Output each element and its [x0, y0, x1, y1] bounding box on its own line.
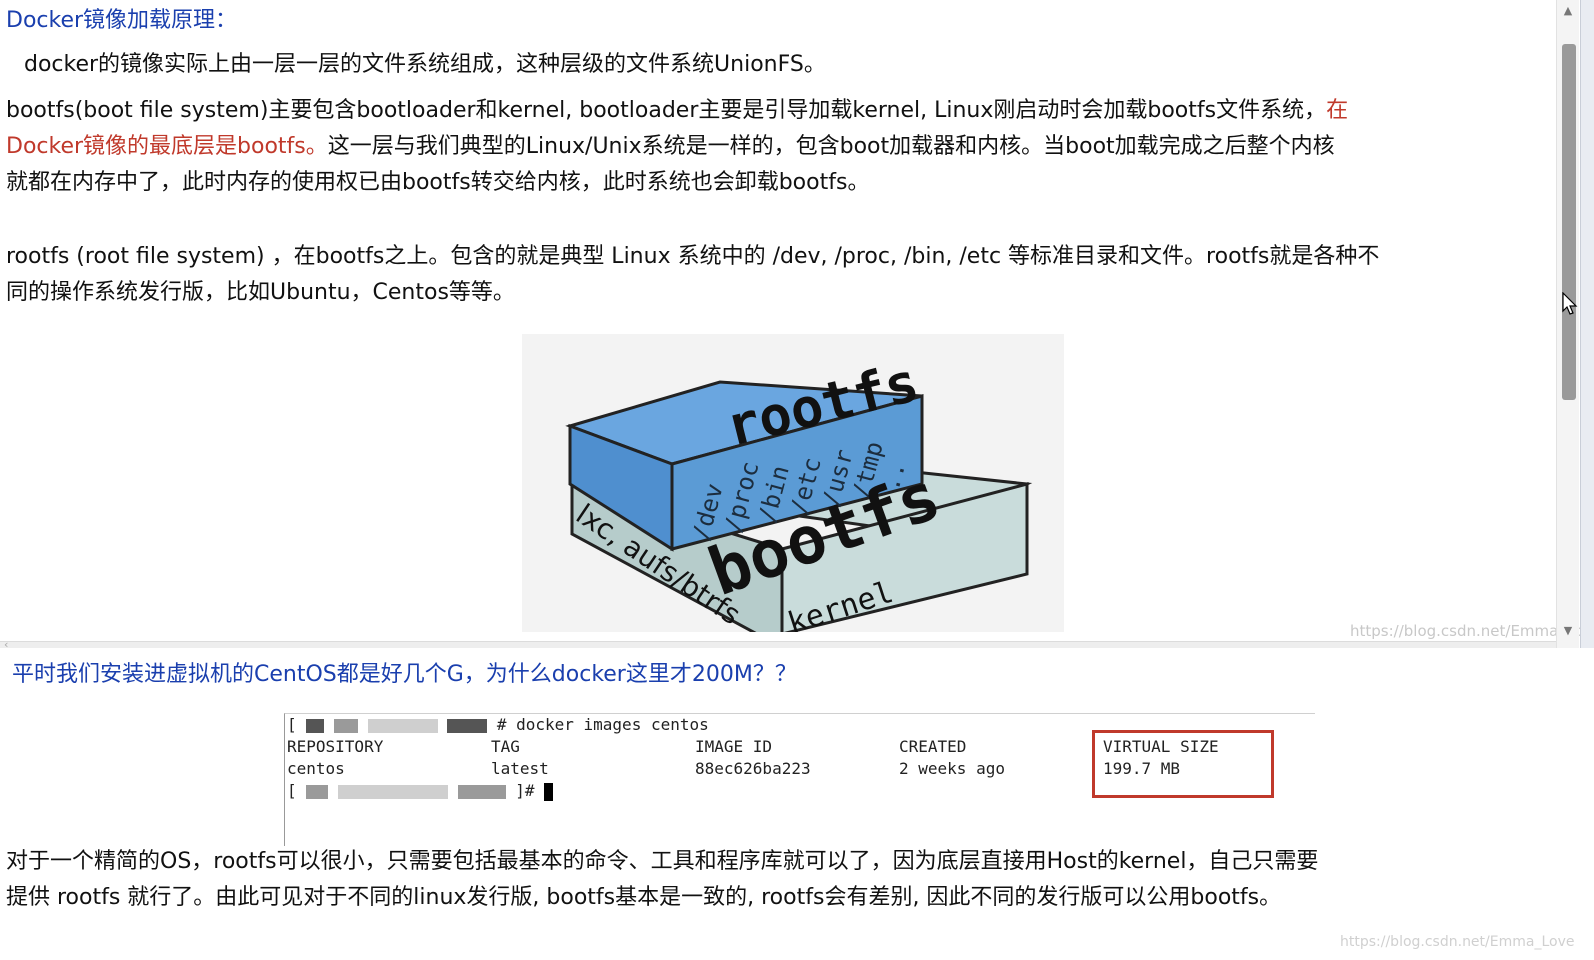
- heading-image-loading: Docker镜像加载原理：: [6, 8, 238, 33]
- layers-illustration: rootfs /dev /proc /bin /etc /usr /tmp ..…: [565, 350, 1033, 642]
- header-image-id: IMAGE ID: [695, 737, 773, 756]
- scroll-down-icon[interactable]: ▼: [1560, 624, 1576, 638]
- terminal-prompt-line: [ ]#: [287, 780, 554, 802]
- terminal-command: # docker images centos: [496, 715, 709, 734]
- horizontal-scrollbar[interactable]: ‹: [0, 638, 1556, 648]
- redacted-block: [337, 784, 448, 799]
- question-heading: 平时我们安装进虚拟机的CentOS都是好几个G，为什么docker这里才200M…: [12, 662, 797, 687]
- paragraph-rootfs-line1: rootfs (root file system) ，在bootfs之上。包含的…: [6, 244, 1380, 269]
- paragraph-bootfs-line2: Docker镜像的最底层是bootfs。这一层与我们典型的Linux/Unix系…: [6, 130, 1335, 164]
- paragraph-minimal-os-line1: 对于一个精简的OS，rootfs可以很小，只需要包括最基本的命令、工具和程序库就…: [6, 849, 1319, 874]
- paragraph-unionfs: docker的镜像实际上由一层一层的文件系统组成，这种层级的文件系统UnionF…: [24, 52, 826, 77]
- header-tag: TAG: [491, 737, 520, 756]
- filesystem-layers-figure: rootfs /dev /proc /bin /etc /usr /tmp ..…: [522, 334, 1064, 642]
- side-panel-edge: [1580, 0, 1594, 648]
- watermark-lower: https://blog.csdn.net/Emma_Love: [1340, 934, 1575, 950]
- cell-image-id: 88ec626ba223: [695, 759, 811, 778]
- cell-tag: latest: [491, 759, 549, 778]
- cell-repository: centos: [287, 759, 345, 778]
- vertical-scrollbar[interactable]: ▲ ▼: [1556, 0, 1579, 648]
- redacted-block: [333, 718, 358, 733]
- bootfs-text: bootfs(boot file system)主要包含bootloader和k…: [6, 98, 1327, 123]
- scroll-left-icon[interactable]: ‹: [4, 638, 8, 648]
- paragraph-minimal-os-line2: 提供 rootfs 就行了。由此可见对于不同的linux发行版, bootfs基…: [6, 885, 1282, 910]
- header-created: CREATED: [899, 737, 967, 756]
- scroll-up-icon[interactable]: ▲: [1560, 4, 1576, 18]
- cell-created: 2 weeks ago: [899, 759, 1005, 778]
- document-pane: Docker镜像加载原理： docker的镜像实际上由一层一层的文件系统组成，这…: [0, 0, 1594, 648]
- redacted-block: [457, 784, 506, 799]
- redacted-block: [447, 718, 488, 733]
- highlight-text: 在: [1326, 98, 1349, 123]
- paragraph-bootfs-line3: 就都在内存中了，此时内存的使用权已由bootfs转交给内核，此时系统也会卸载bo…: [6, 170, 870, 195]
- highlight-text: Docker镜像的最底层是bootfs。: [6, 134, 328, 159]
- header-repository: REPOSITORY: [287, 737, 384, 756]
- redacted-block: [367, 718, 438, 733]
- virtual-size-highlight-box: [1092, 730, 1274, 798]
- paragraph-rootfs-line2: 同的操作系统发行版，比如Ubuntu，Centos等等。: [6, 280, 515, 305]
- mouse-pointer-icon: [1562, 292, 1578, 315]
- terminal-cursor: [544, 782, 554, 801]
- terminal-prompt: ]#: [515, 781, 535, 800]
- redacted-block: [306, 718, 325, 733]
- bootfs-text: 这一层与我们典型的Linux/Unix系统是一样的，包含boot加载器和内核。当…: [327, 134, 1335, 159]
- scrollbar-thumb[interactable]: [1562, 44, 1576, 400]
- paragraph-bootfs-line1: bootfs(boot file system)主要包含bootloader和k…: [6, 94, 1348, 128]
- terminal-command-line: [ # docker images centos: [287, 715, 709, 734]
- redacted-block: [306, 784, 329, 799]
